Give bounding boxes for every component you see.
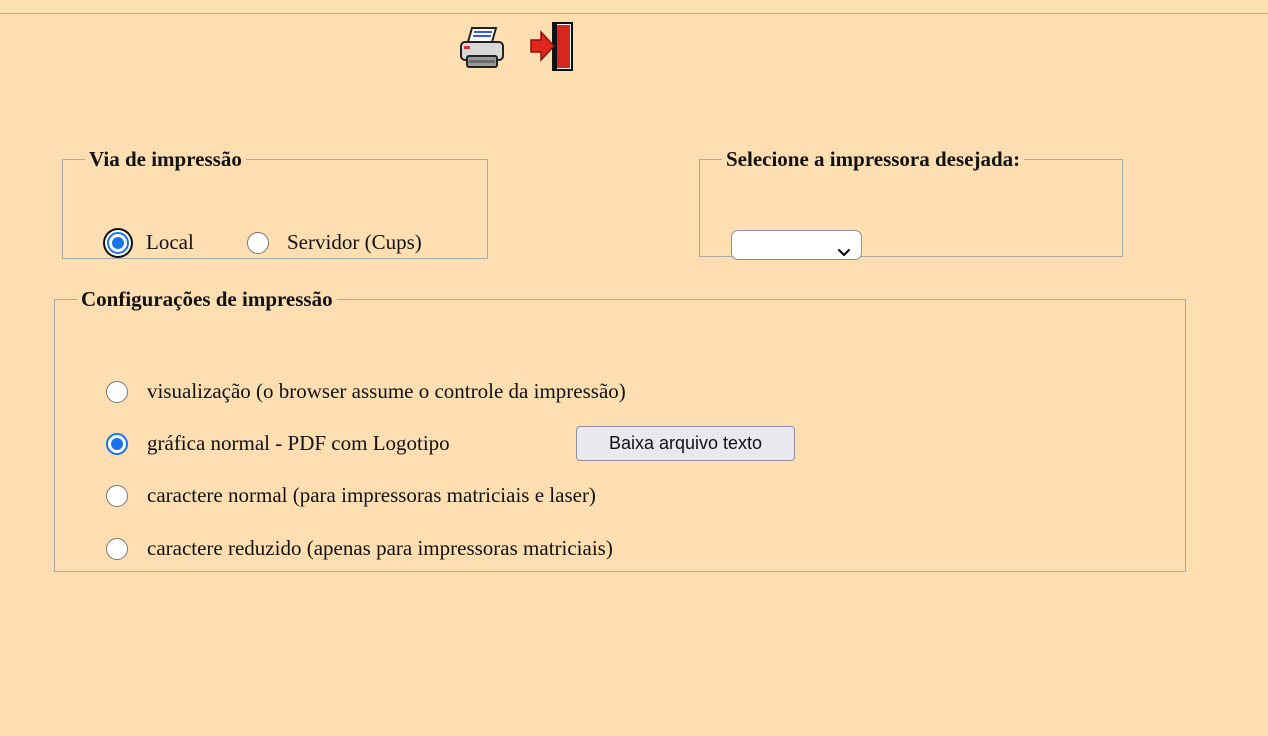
- radio-char-reduced-label[interactable]: caractere reduzido (apenas para impresso…: [147, 536, 613, 561]
- top-divider: [0, 13, 1268, 14]
- radio-char-normal[interactable]: [106, 485, 128, 507]
- printer-icon[interactable]: [458, 26, 506, 76]
- download-text-file-button[interactable]: Baixa arquivo texto: [576, 426, 795, 461]
- print-route-group: Via de impressão Local Servidor (Cups): [62, 147, 488, 259]
- radio-preview[interactable]: [106, 381, 128, 403]
- exit-door-icon[interactable]: [529, 22, 575, 78]
- radio-graphic-pdf-label[interactable]: gráfica normal - PDF com Logotipo: [147, 431, 450, 456]
- radio-char-normal-label[interactable]: caractere normal (para impressoras matri…: [147, 483, 596, 508]
- radio-server-cups[interactable]: [247, 232, 269, 254]
- radio-local[interactable]: [107, 232, 129, 254]
- print-config-group: Configurações de impressão visualização …: [54, 287, 1186, 572]
- radio-local-label[interactable]: Local: [146, 230, 194, 255]
- radio-server-cups-label[interactable]: Servidor (Cups): [287, 230, 422, 255]
- print-config-legend: Configurações de impressão: [81, 287, 333, 311]
- printer-select-legend: Selecione a impressora desejada:: [726, 147, 1021, 171]
- printer-select[interactable]: [731, 230, 862, 260]
- print-route-legend: Via de impressão: [89, 147, 242, 171]
- printer-select-group: Selecione a impressora desejada:: [699, 147, 1123, 260]
- radio-graphic-pdf[interactable]: [106, 433, 128, 455]
- radio-preview-label[interactable]: visualização (o browser assume o control…: [147, 379, 626, 404]
- radio-char-reduced[interactable]: [106, 538, 128, 560]
- chevron-down-icon: [837, 239, 851, 264]
